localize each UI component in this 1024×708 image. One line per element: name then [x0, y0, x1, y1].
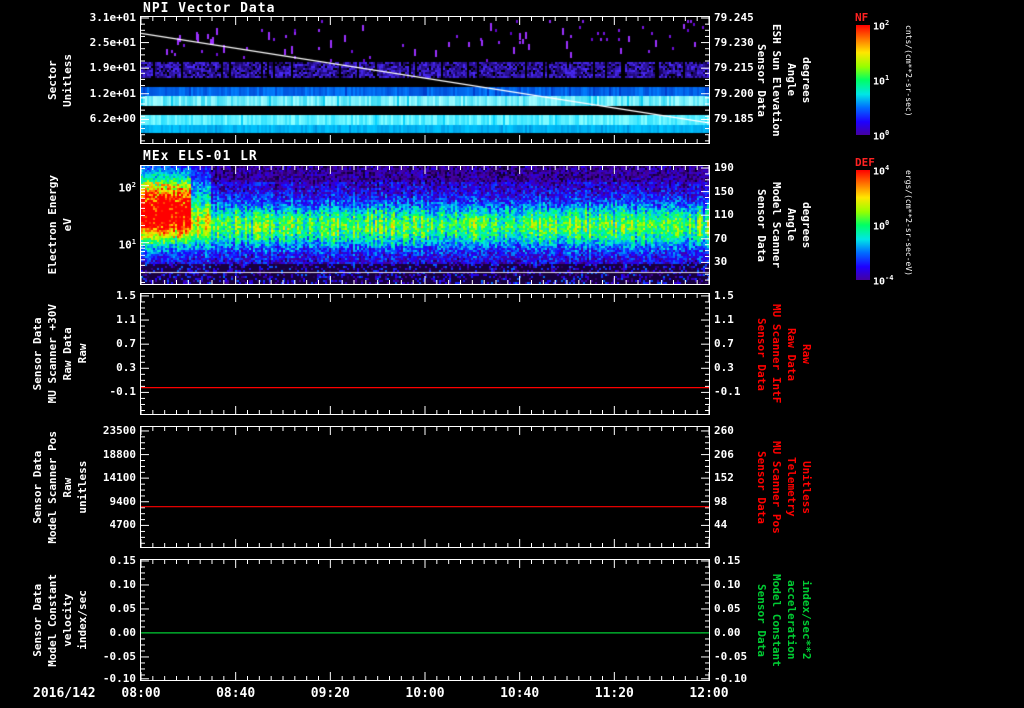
- colorbar-tick-label: 102: [873, 19, 890, 33]
- y-axis-label-text: Sensor Data Model Scanner Pos Raw unitless: [31, 430, 89, 544]
- colorbar-unit-label: ergs/(cm**2-sr-sec-eV): [904, 170, 913, 276]
- y-axis-label-panel-1: Sector Unitless: [24, 16, 96, 144]
- right-axis-label-panel-5: Sensor Data Model Constant acceleration ind…: [750, 559, 818, 681]
- colorbar-tick-label: 101: [873, 74, 890, 88]
- x-tick-label: 08:00: [121, 686, 161, 701]
- right-axis-label-text: Sensor Data MU Scanner IntF Raw Data Raw: [755, 304, 813, 404]
- right-axis-label-text: Sensor Data Model Constant acceleration ind…: [755, 573, 813, 667]
- panel-5-axes: [141, 560, 709, 680]
- right-axis-label-panel-4: Sensor Data MU Scanner Pos Telemetry Unitle…: [750, 426, 818, 548]
- colorbar-name: DEF: [855, 156, 875, 169]
- right-axis-label-panel-1: Sensor Data ESH Sun Elevation Angle degrees: [750, 16, 818, 144]
- panel-2-axes: [141, 166, 709, 284]
- plot-panel-3: [140, 293, 710, 415]
- x-tick-label: 11:20: [594, 686, 634, 701]
- colorbar-tick-label: 100: [873, 129, 890, 143]
- y-axis-label-text: Electron Energy eV: [46, 175, 74, 275]
- y-axis-label-panel-2: Electron Energy eV: [24, 165, 96, 285]
- right-axis-label-text: Sensor Data ESH Sun Elevation Angle degrees: [755, 23, 813, 137]
- panel2-title: MEx ELS-01 LR: [143, 149, 258, 164]
- x-axis-date-label: 2016/142: [33, 686, 96, 701]
- panel-3-axes: [141, 294, 709, 414]
- plot-panel-1: [140, 16, 710, 144]
- y-axis-label-text: Sensor Data Model Constant velocity index/s…: [31, 573, 89, 667]
- right-axis-label-panel-2: Sensor Data Model Scanner Angle degrees: [750, 165, 818, 285]
- panel-4-axes: [141, 427, 709, 547]
- right-axis-label-panel-3: Sensor Data MU Scanner IntF Raw Data Raw: [750, 293, 818, 415]
- spedas-plot-window: NPI Vector Data MEx ELS-01 LR 2016/142 3…: [0, 0, 1024, 708]
- plot-panel-4: [140, 426, 710, 548]
- x-tick-label: 10:40: [500, 686, 540, 701]
- colorbar-tick-label: 104: [873, 164, 890, 178]
- x-tick-label: 08:40: [216, 686, 256, 701]
- colorbar-tick-label: 10-4: [873, 274, 894, 288]
- x-tick-label: 12:00: [689, 686, 729, 701]
- y-axis-label-text: Sensor Data MU Scanner +30V Raw Data Raw: [31, 304, 89, 404]
- colorbar-unit-label: cnts/(cm**2-sr-sec): [904, 25, 913, 117]
- plot-panel-2: [140, 165, 710, 285]
- y-axis-label-panel-4: Sensor Data Model Scanner Pos Raw unitless: [24, 426, 96, 548]
- x-tick-label: 09:20: [310, 686, 350, 701]
- colorbar-tick-label: 100: [873, 219, 890, 233]
- y-axis-label-text: Sector Unitless: [46, 53, 74, 107]
- right-axis-label-text: Sensor Data Model Scanner Angle degrees: [755, 181, 813, 269]
- colorbar-def: DEF 104 100 10-4 ergs/(cm**2-sr-sec-eV): [852, 156, 924, 298]
- plot-panel-5: [140, 559, 710, 681]
- panel-1-axes: [141, 17, 709, 143]
- y-axis-label-panel-5: Sensor Data Model Constant velocity index/s…: [24, 559, 96, 681]
- panel1-title: NPI Vector Data: [143, 1, 276, 16]
- colorbar-name: NF: [855, 11, 869, 24]
- colorbar-gradient: [856, 170, 870, 280]
- colorbar-nf: NF 102 101 100 cnts/(cm**2-sr-sec): [852, 11, 924, 153]
- x-tick-label: 10:00: [405, 686, 445, 701]
- right-axis-label-text: Sensor Data MU Scanner Pos Telemetry Unitle…: [755, 440, 813, 534]
- y-axis-label-panel-3: Sensor Data MU Scanner +30V Raw Data Raw: [24, 293, 96, 415]
- colorbar-gradient: [856, 25, 870, 135]
